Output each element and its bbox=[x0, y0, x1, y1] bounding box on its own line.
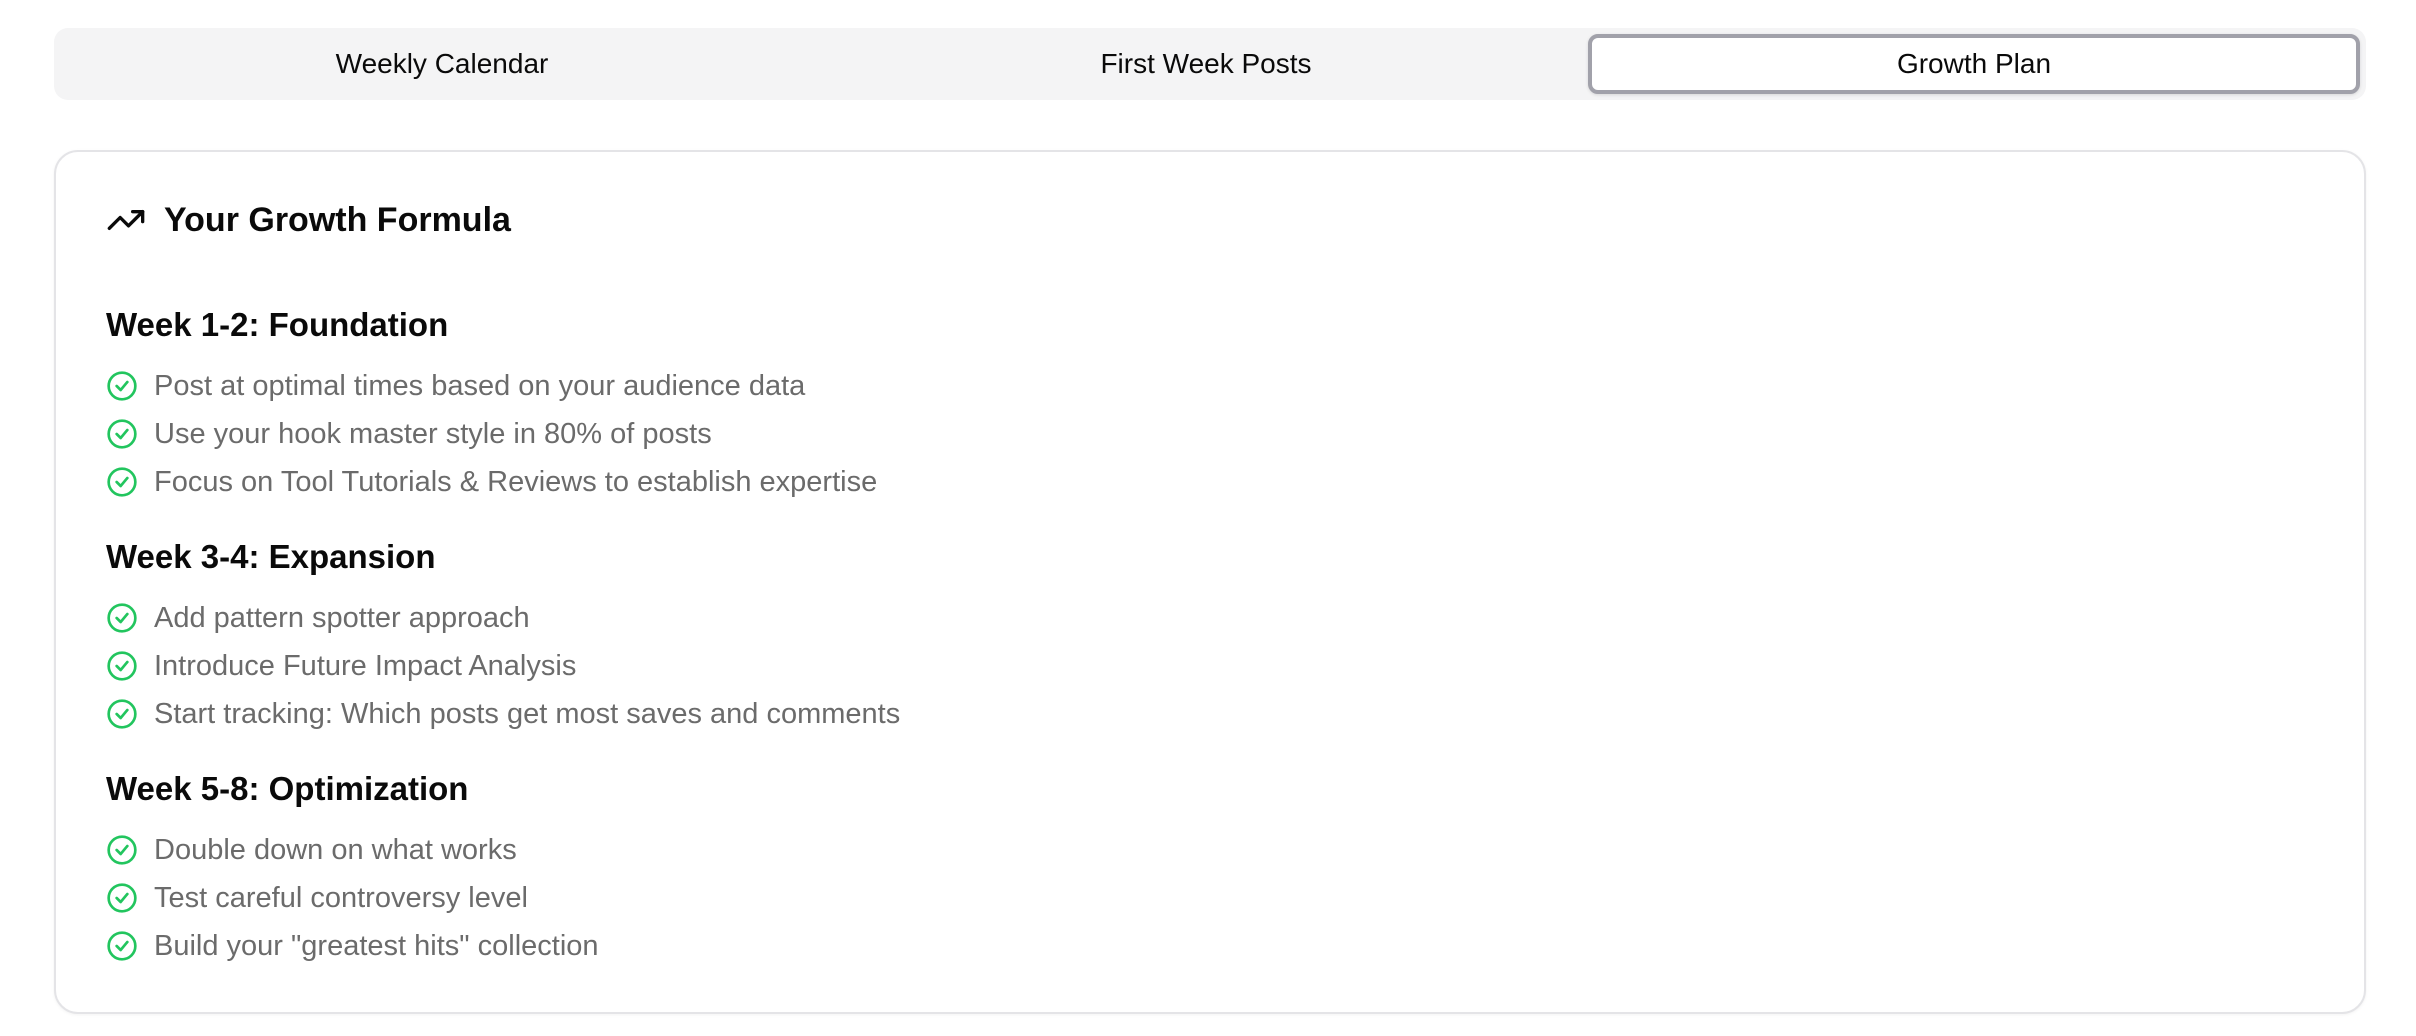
card-header: Your Growth Formula bbox=[106, 200, 511, 240]
phase-title: Week 1-2: Foundation bbox=[106, 306, 449, 343]
list-item: Double down on what works bbox=[106, 826, 2314, 874]
list-item: Introduce Future Impact Analysis bbox=[106, 642, 2314, 690]
list-item: Focus on Tool Tutorials & Reviews to est… bbox=[106, 458, 2314, 506]
check-circle-icon bbox=[107, 883, 137, 913]
phase-list: Week 1-2: Foundation Post at optimal tim… bbox=[106, 302, 2314, 998]
check-circle-icon bbox=[107, 603, 137, 633]
list-item: Add pattern spotter approach bbox=[106, 594, 2314, 642]
check-circle-icon bbox=[107, 699, 137, 729]
tab-bar: Weekly Calendar First Week Posts Growth … bbox=[54, 28, 2366, 100]
list-item-text: Test careful controversy level bbox=[154, 881, 528, 914]
list-item: Build your "greatest hits" collection bbox=[106, 922, 2314, 970]
list-item-text: Focus on Tool Tutorials & Reviews to est… bbox=[154, 465, 878, 498]
phase-title: Week 3-4: Expansion bbox=[106, 538, 436, 575]
check-circle-icon bbox=[107, 651, 137, 681]
list-item: Use your hook master style in 80% of pos… bbox=[106, 410, 2314, 458]
phase-week-5-8: Week 5-8: Optimization Double down on wh… bbox=[106, 766, 2314, 970]
list-item-text: Start tracking: Which posts get most sav… bbox=[154, 697, 901, 730]
phase-title: Week 5-8: Optimization bbox=[106, 770, 469, 807]
list-item-text: Double down on what works bbox=[154, 833, 517, 866]
card-title: Your Growth Formula bbox=[164, 200, 511, 239]
check-circle-icon bbox=[107, 419, 137, 449]
list-item: Start tracking: Which posts get most sav… bbox=[106, 690, 2314, 738]
list-item-text: Use your hook master style in 80% of pos… bbox=[154, 417, 712, 450]
check-circle-icon bbox=[107, 931, 137, 961]
growth-plan-card: Your Growth Formula Week 1-2: Foundation… bbox=[54, 150, 2366, 1014]
check-circle-icon bbox=[107, 467, 137, 497]
list-item: Test careful controversy level bbox=[106, 874, 2314, 922]
list-item-text: Introduce Future Impact Analysis bbox=[154, 649, 577, 682]
list-item-text: Add pattern spotter approach bbox=[154, 601, 530, 634]
check-circle-icon bbox=[107, 371, 137, 401]
tab-weekly-calendar[interactable]: Weekly Calendar bbox=[60, 34, 824, 94]
list-item: Post at optimal times based on your audi… bbox=[106, 362, 2314, 410]
phase-week-1-2: Week 1-2: Foundation Post at optimal tim… bbox=[106, 302, 2314, 506]
check-circle-icon bbox=[107, 835, 137, 865]
phase-week-3-4: Week 3-4: Expansion Add pattern spotter … bbox=[106, 534, 2314, 738]
tab-growth-plan[interactable]: Growth Plan bbox=[1588, 34, 2360, 94]
list-item-text: Post at optimal times based on your audi… bbox=[154, 369, 806, 402]
tab-first-week-posts[interactable]: First Week Posts bbox=[824, 34, 1588, 94]
trending-up-icon bbox=[106, 200, 146, 240]
list-item-text: Build your "greatest hits" collection bbox=[154, 929, 599, 962]
